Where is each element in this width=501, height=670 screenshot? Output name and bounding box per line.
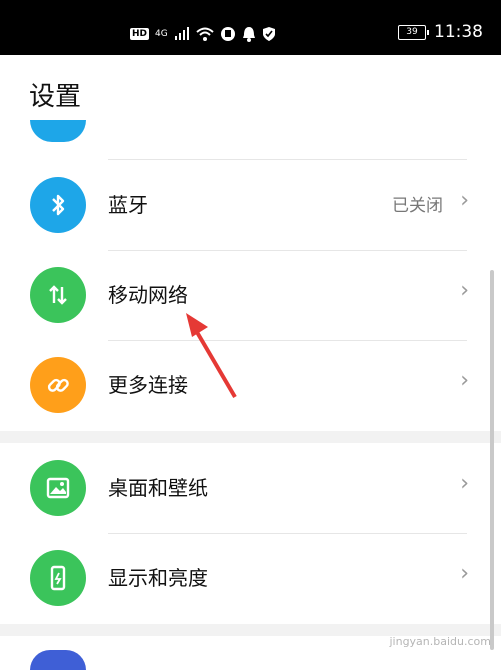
settings-row-value: 已关闭 [392, 196, 443, 216]
partial-icon-top [30, 120, 86, 142]
chevron-right-icon: › [460, 561, 469, 586]
status-right: 39 11:38 [398, 22, 483, 42]
chevron-right-icon: › [460, 278, 469, 303]
section-gap [0, 431, 501, 443]
wifi-icon [196, 27, 214, 41]
settings-row-label: 显示和亮度 [108, 566, 208, 590]
display-icon [30, 550, 86, 606]
battery-icon: 39 [398, 24, 429, 40]
page-title: 设置 [29, 82, 82, 112]
mobile-network-icon [30, 267, 86, 323]
settings-row-display[interactable]: 显示和亮度 › [0, 533, 501, 623]
chevron-right-icon: › [460, 368, 469, 393]
bell-icon [242, 27, 255, 42]
hd-icon: HD [130, 28, 150, 40]
settings-row-label: 移动网络 [108, 283, 188, 307]
hand-icon [220, 27, 235, 41]
chevron-right-icon: › [460, 188, 469, 213]
settings-row-more-connections[interactable]: 更多连接 › [0, 340, 501, 430]
settings-row-label: 蓝牙 [108, 193, 148, 217]
settings-row-mobile-network[interactable]: 移动网络 › [0, 250, 501, 340]
settings-row-wallpaper[interactable]: 桌面和壁纸 › [0, 443, 501, 533]
partial-icon-bottom [30, 650, 86, 670]
settings-row-label: 更多连接 [108, 373, 188, 397]
settings-row-bluetooth[interactable]: 蓝牙 已关闭 › [0, 160, 501, 250]
wallpaper-icon [30, 460, 86, 516]
watermark: jingyan.baidu.com [389, 635, 491, 648]
status-bar: HD 4G 39 11:38 [0, 0, 501, 55]
clock: 11:38 [434, 22, 483, 42]
bluetooth-icon [30, 177, 86, 233]
scrollbar[interactable] [490, 270, 494, 650]
link-icon [30, 357, 86, 413]
signal-label: 4G [155, 29, 168, 39]
annotation-arrow [186, 313, 237, 399]
status-icons: HD 4G [130, 26, 276, 42]
signal-icon [174, 27, 189, 40]
shield-icon [262, 27, 275, 41]
chevron-right-icon: › [460, 471, 469, 496]
settings-row-label: 桌面和壁纸 [108, 476, 208, 500]
